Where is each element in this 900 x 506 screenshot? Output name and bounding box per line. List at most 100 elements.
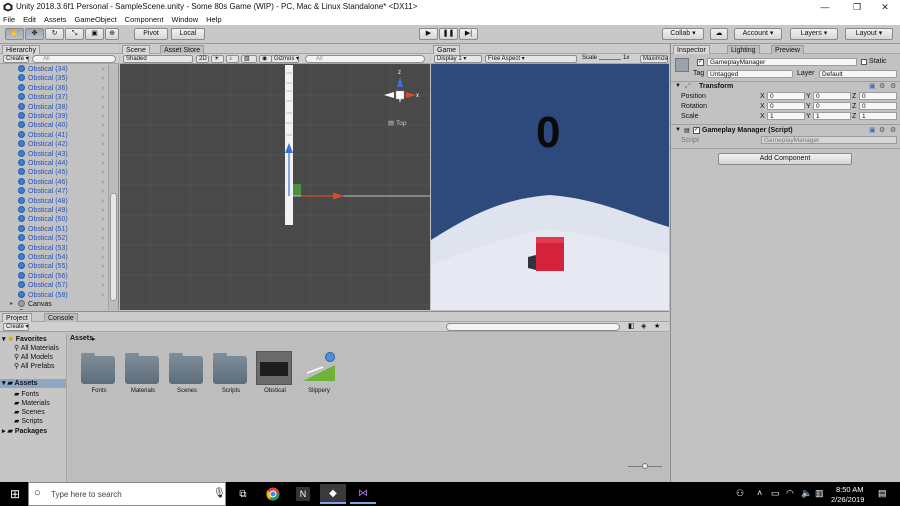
tree-folder-scripts[interactable]: ▰ Scripts bbox=[14, 417, 43, 425]
favorites-node[interactable]: ▾ ★ Favorites bbox=[2, 335, 47, 343]
move-tool-button[interactable]: ✥ bbox=[25, 28, 44, 40]
hierarchy-item-canvas[interactable]: Canvas ▸ bbox=[0, 300, 108, 309]
task-view-button[interactable]: ⧉ bbox=[230, 484, 256, 504]
tab-game[interactable]: Game bbox=[433, 45, 461, 54]
asset-physics-material-slippery[interactable]: Slippery bbox=[297, 351, 341, 395]
menu-assets[interactable]: Assets bbox=[44, 14, 67, 25]
pause-button[interactable]: ❚❚ bbox=[439, 28, 458, 40]
filter-label-icon[interactable]: ◈ bbox=[641, 322, 646, 330]
chevron-right-icon[interactable]: › bbox=[102, 65, 104, 74]
volume-icon[interactable]: 🔈 bbox=[801, 488, 812, 499]
chevron-right-icon[interactable]: › bbox=[102, 197, 104, 206]
tree-folder-fonts[interactable]: ▰ Fonts bbox=[14, 390, 39, 398]
tab-asset-store[interactable]: Asset Store bbox=[160, 45, 205, 54]
position-z-field[interactable]: 0 bbox=[859, 92, 897, 100]
rotation-y-field[interactable]: 0 bbox=[813, 102, 851, 110]
chevron-right-icon[interactable]: › bbox=[102, 103, 104, 112]
hierarchy-create-button[interactable]: Create ▾ bbox=[3, 55, 29, 63]
scene-effects-toggle[interactable]: ▨ bbox=[241, 55, 257, 63]
preset-icon[interactable]: ⚙ bbox=[879, 126, 885, 134]
help-icon[interactable]: ▣ bbox=[869, 126, 876, 134]
hierarchy-item-obstical[interactable]: Obstical (39) › bbox=[0, 112, 108, 121]
scene-audio-toggle[interactable]: ♪ bbox=[226, 55, 239, 63]
tab-lighting[interactable]: Lighting bbox=[727, 45, 760, 54]
layout-dropdown[interactable]: Layout ▾ bbox=[845, 28, 893, 40]
hand-tool-button[interactable]: ✋ bbox=[5, 28, 24, 40]
hierarchy-item-obstical[interactable]: Obstical (55) › bbox=[0, 262, 108, 271]
hierarchy-item-obstical[interactable]: Obstical (44) › bbox=[0, 159, 108, 168]
move-handle-plane[interactable] bbox=[293, 184, 301, 196]
network-icon[interactable]: ▥ bbox=[815, 488, 824, 499]
chevron-right-icon[interactable]: › bbox=[102, 121, 104, 130]
visual-studio-taskbar-button[interactable]: ⋈ bbox=[350, 484, 376, 504]
menu-help[interactable]: Help bbox=[206, 14, 221, 25]
rotation-z-field[interactable]: 0 bbox=[859, 102, 897, 110]
chrome-taskbar-button[interactable] bbox=[260, 484, 286, 504]
tab-console[interactable]: Console bbox=[44, 313, 78, 322]
maximize-button[interactable]: ❐ bbox=[842, 0, 872, 14]
scale-y-field[interactable]: 1 bbox=[813, 112, 851, 120]
hierarchy-item-obstical[interactable]: Obstical (38) › bbox=[0, 102, 108, 112]
account-dropdown[interactable]: Account ▾ bbox=[734, 28, 782, 40]
wifi-icon[interactable]: ◠ bbox=[786, 488, 794, 499]
object-name-field[interactable]: GameplayManager bbox=[707, 58, 857, 66]
transform-tool-button[interactable]: ⊕ bbox=[105, 28, 119, 40]
chevron-right-icon[interactable]: › bbox=[102, 93, 104, 102]
hierarchy-item-obstical[interactable]: Obstical (52) › bbox=[0, 234, 108, 243]
scale-slider[interactable] bbox=[599, 59, 621, 60]
hierarchy-item-obstical[interactable]: Obstical (35) › bbox=[0, 74, 108, 83]
chevron-right-icon[interactable]: › bbox=[102, 74, 104, 83]
tree-folder-materials[interactable]: ▰ Materials bbox=[14, 399, 50, 407]
action-center-icon[interactable]: ▤ bbox=[878, 488, 887, 499]
hierarchy-item-obstical[interactable]: Obstical (47) › bbox=[0, 187, 108, 196]
asset-folder-scenes[interactable]: Scenes bbox=[165, 351, 209, 395]
hierarchy-item-obstical[interactable]: Obstical (40) › bbox=[0, 121, 108, 130]
hierarchy-scroll-thumb[interactable] bbox=[110, 193, 117, 301]
chevron-right-icon[interactable]: › bbox=[102, 140, 104, 149]
toggle-2d-button[interactable]: 2D bbox=[196, 55, 209, 63]
chevron-right-icon[interactable]: › bbox=[102, 262, 104, 271]
tab-preview[interactable]: Preview bbox=[771, 45, 804, 54]
scene-lighting-toggle[interactable]: ☀ bbox=[211, 55, 224, 63]
display-dropdown[interactable]: Display 1 ▾ bbox=[434, 55, 482, 63]
cloud-button[interactable]: ☁ bbox=[710, 28, 728, 40]
chevron-right-icon[interactable]: › bbox=[102, 84, 104, 93]
tab-hierarchy[interactable]: Hierarchy bbox=[2, 45, 40, 54]
hierarchy-scrollbar[interactable] bbox=[108, 65, 118, 310]
chevron-right-icon[interactable]: › bbox=[102, 168, 104, 177]
hierarchy-item-obstical[interactable]: Obstical (46) › bbox=[0, 177, 108, 187]
scale-x-field[interactable]: 1 bbox=[767, 112, 805, 120]
project-search-input[interactable] bbox=[446, 323, 620, 331]
rect-tool-button[interactable]: ▣ bbox=[85, 28, 104, 40]
hierarchy-item-obstical[interactable]: Obstical (50) › bbox=[0, 215, 108, 224]
project-create-button[interactable]: Create ▾ bbox=[3, 323, 29, 331]
close-button[interactable]: ✕ bbox=[870, 0, 900, 14]
hierarchy-item-obstical[interactable]: Obstical (56) › bbox=[0, 271, 108, 281]
microphone-icon[interactable]: 🎙 bbox=[213, 488, 226, 499]
icon-size-slider[interactable] bbox=[628, 463, 662, 469]
hierarchy-item-obstical[interactable]: Obstical (43) › bbox=[0, 149, 108, 159]
hierarchy-item-obstical[interactable]: Obstical (45) › bbox=[0, 168, 108, 177]
breadcrumb[interactable]: Assets bbox=[70, 335, 93, 342]
local-toggle[interactable]: Local bbox=[171, 28, 205, 40]
expand-arrow-icon[interactable]: ▸ bbox=[10, 300, 13, 309]
pivot-toggle[interactable]: Pivot bbox=[134, 28, 168, 40]
hierarchy-item-obstical[interactable]: Obstical (57) › bbox=[0, 281, 108, 290]
app-n-taskbar-button[interactable]: N bbox=[290, 484, 316, 504]
tab-scene[interactable]: Scene bbox=[122, 45, 150, 54]
chevron-right-icon[interactable]: › bbox=[102, 131, 104, 140]
chevron-right-icon[interactable]: › bbox=[102, 112, 104, 121]
chevron-right-icon[interactable]: › bbox=[102, 234, 104, 243]
preset-icon[interactable]: ⚙ bbox=[879, 82, 885, 90]
chevron-right-icon[interactable]: › bbox=[102, 150, 104, 159]
battery-icon[interactable]: ▭ bbox=[771, 488, 780, 499]
chevron-right-icon[interactable]: › bbox=[102, 206, 104, 215]
scene-search-input[interactable]: All bbox=[305, 55, 425, 63]
transform-header[interactable]: ▼ ⤢ Transform ▣ ⚙ ⚙ bbox=[671, 82, 900, 92]
menu-gameobject[interactable]: GameObject bbox=[75, 14, 117, 25]
people-icon[interactable]: ⚇ bbox=[736, 488, 744, 499]
script-component-header[interactable]: ▼ ▤ ✓ Gameplay Manager (Script) ▣ ⚙ ⚙ bbox=[671, 126, 900, 136]
filter-type-icon[interactable]: ◧ bbox=[628, 322, 635, 330]
hierarchy-item-obstical[interactable]: Obstical (58) › bbox=[0, 290, 108, 300]
taskbar-search-box[interactable]: ○ Type here to search 🎙 bbox=[28, 482, 226, 506]
